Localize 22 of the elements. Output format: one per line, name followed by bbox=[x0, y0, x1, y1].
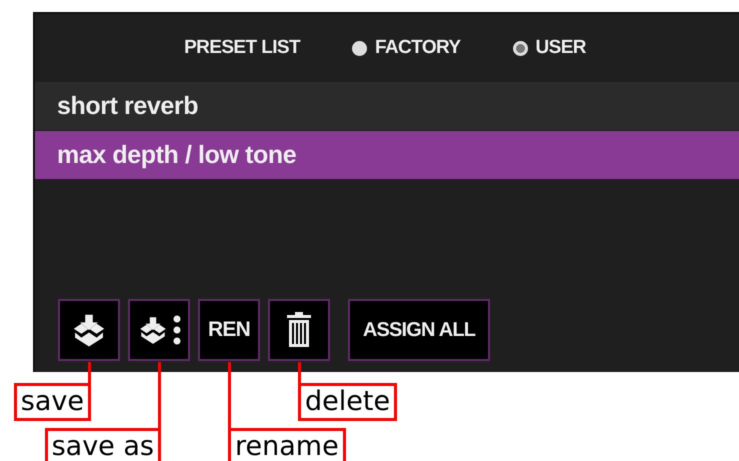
radio-button[interactable] bbox=[352, 40, 367, 56]
callout-label: rename bbox=[228, 428, 346, 461]
rename-button[interactable]: REN bbox=[198, 299, 260, 361]
save-button[interactable] bbox=[58, 299, 120, 361]
delete-button[interactable] bbox=[268, 299, 330, 361]
more-icon bbox=[173, 315, 181, 345]
leader-line bbox=[88, 362, 91, 385]
radio-label: FACTORY bbox=[374, 37, 460, 59]
callout-label: save bbox=[14, 383, 91, 421]
leader-line bbox=[158, 362, 161, 430]
leader-line bbox=[228, 362, 231, 430]
assign-all-button[interactable]: ASSIGN ALL bbox=[348, 299, 490, 361]
leader-line bbox=[298, 362, 301, 385]
preset-item[interactable]: short reverb bbox=[35, 82, 739, 130]
callout-label: delete bbox=[298, 383, 398, 421]
preset-item[interactable]: max depth / low tone bbox=[35, 131, 739, 179]
save-as-button[interactable] bbox=[128, 299, 190, 361]
panel-title: PRESET LIST bbox=[184, 37, 300, 59]
callout-label: save as bbox=[44, 428, 161, 461]
radio-button[interactable] bbox=[512, 40, 528, 56]
radio-label: USER bbox=[536, 37, 586, 59]
trash-icon bbox=[287, 312, 311, 348]
